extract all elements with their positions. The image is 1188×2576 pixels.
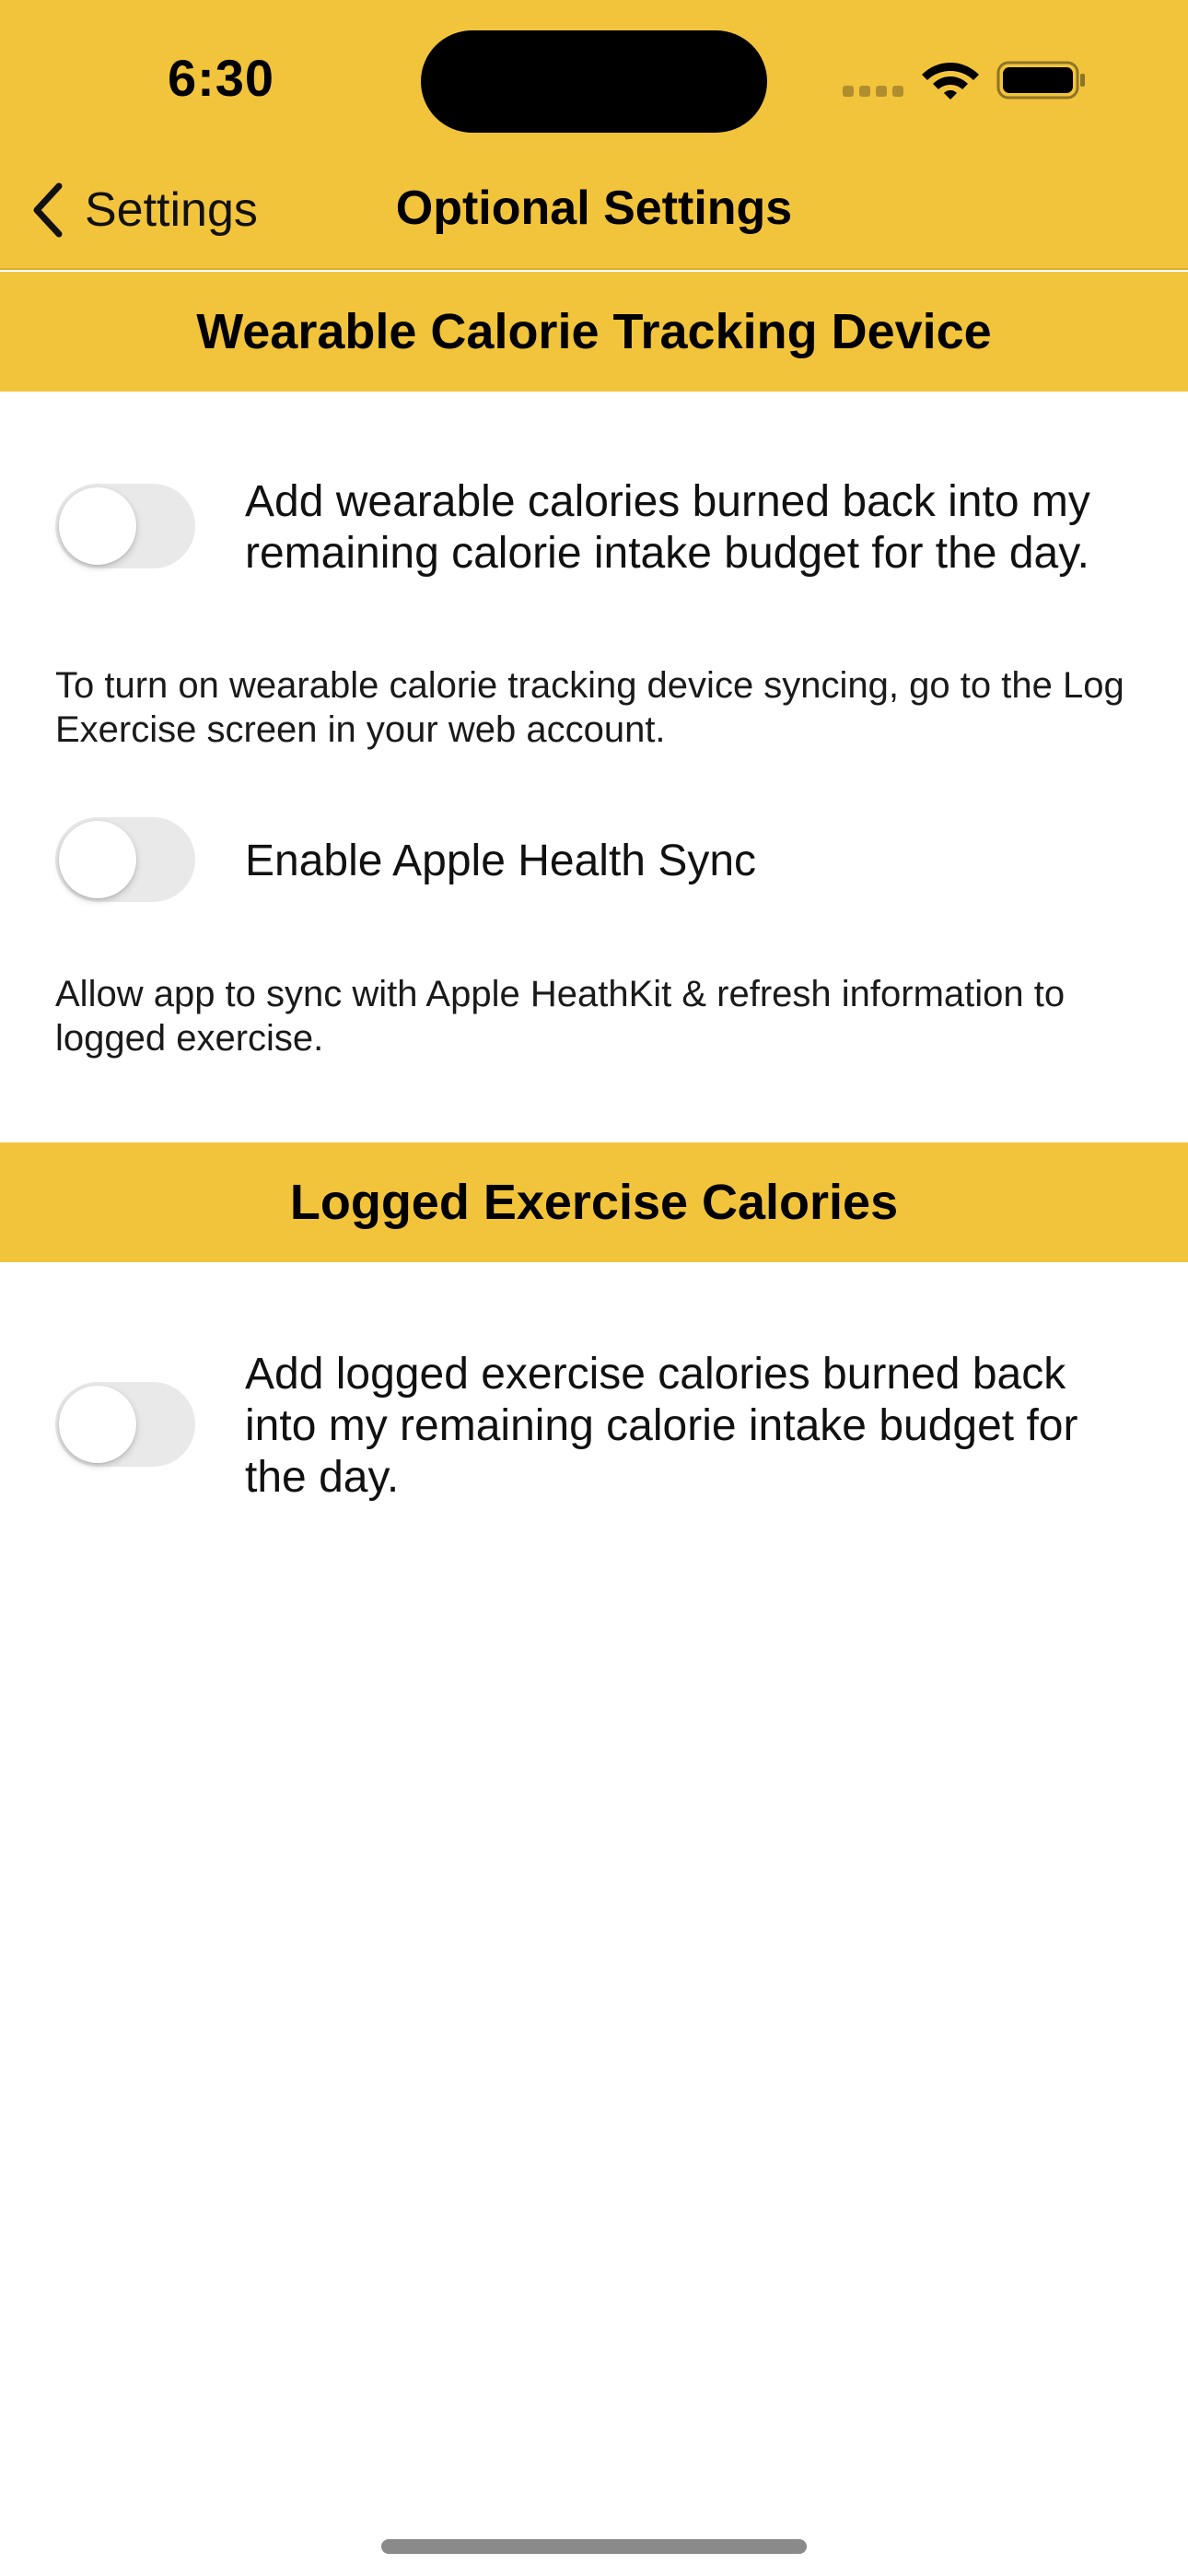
cellular-signal-icon: [843, 86, 903, 99]
toggle-knob: [59, 821, 136, 898]
wearable-sync-help-text: To turn on wearable calorie tracking dev…: [55, 665, 1124, 750]
toggle-knob: [59, 1386, 136, 1463]
wearable-calories-toggle[interactable]: [55, 484, 195, 568]
wifi-icon: [922, 63, 979, 100]
logged-exercise-calories-label: Add logged exercise calories burned back…: [245, 1350, 1078, 1502]
apple-health-sync-help-text: Allow app to sync with Apple HeathKit & …: [55, 974, 1066, 1059]
home-indicator[interactable]: [381, 2539, 807, 2554]
optional-settings-screen: 6:30 Settings Optional Settings Wearable…: [0, 0, 1188, 2576]
apple-health-sync-label: Enable Apple Health Sync: [245, 837, 757, 885]
apple-health-sync-toggle[interactable]: [55, 817, 195, 902]
wearable-calories-label: Add wearable calories burned back into m…: [245, 477, 1090, 578]
page-title: Optional Settings: [395, 181, 793, 235]
battery-icon: [996, 61, 1085, 100]
header-bar: 6:30 Settings Optional Settings: [0, 0, 1188, 270]
dynamic-island: [421, 30, 767, 133]
logged-exercise-calories-toggle[interactable]: [55, 1382, 195, 1467]
section-header-logged-exercise: Logged Exercise Calories: [0, 1142, 1188, 1262]
section-header-wearable: Wearable Calorie Tracking Device: [0, 272, 1188, 392]
status-time: 6:30: [167, 49, 275, 107]
toggle-knob: [59, 487, 136, 565]
